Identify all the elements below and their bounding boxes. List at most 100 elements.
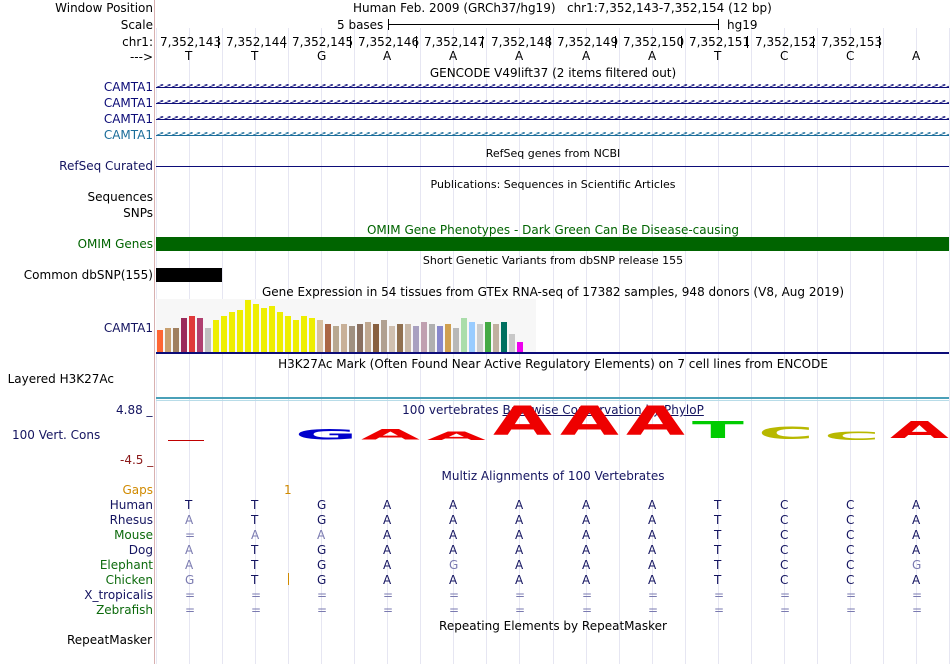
gtex-tissue-bar[interactable] [357, 324, 363, 352]
refseq-label[interactable]: RefSeq Curated [59, 159, 153, 173]
species-label[interactable]: Zebrafish [96, 603, 153, 617]
conservation-letter: A [560, 399, 619, 445]
gtex-tissue-bar[interactable] [317, 320, 323, 352]
gtex-tissue-bar[interactable] [165, 328, 171, 352]
gtex-tissue-bar[interactable] [301, 316, 307, 352]
gtex-tissue-bar[interactable] [261, 308, 267, 352]
conservation-negative-mark [168, 440, 204, 441]
alignment-base: C [780, 543, 789, 557]
gtex-tissue-bar[interactable] [397, 324, 403, 352]
gtex-label[interactable]: CAMTA1 [104, 321, 153, 335]
base-letter: A [582, 49, 591, 63]
gtex-tissue-bar[interactable] [277, 312, 283, 352]
gtex-tissue-bar[interactable] [517, 342, 523, 352]
gtex-tissue-bar[interactable] [181, 318, 187, 352]
base-letter: T [251, 49, 259, 63]
gene-label-camta1[interactable]: CAMTA1 [104, 96, 153, 110]
alignment-base: A [449, 573, 458, 587]
gtex-tissue-bar[interactable] [429, 324, 435, 352]
conservation-letter: A [427, 429, 486, 443]
gtex-tissue-bar[interactable] [269, 306, 275, 352]
coordinate-label: 7,352,144 [226, 35, 288, 49]
omim-phenotype-bar[interactable] [156, 237, 949, 251]
alignment-base: C [780, 498, 789, 512]
alignment-base: = [185, 528, 196, 542]
gtex-tissue-bar[interactable] [389, 326, 395, 352]
gene-model-camta1[interactable]: >>>>>>>>>>>>>>>>>>>>>>>>>>>>>>>>>>>>>>>>… [156, 100, 949, 108]
alignment-base: A [515, 498, 524, 512]
gtex-tissue-bar[interactable] [205, 328, 211, 352]
coordinate-label: 7,352,150 [623, 35, 685, 49]
gtex-tissue-bar[interactable] [157, 330, 163, 352]
gtex-tissue-bar[interactable] [237, 310, 243, 352]
gtex-tissue-bar[interactable] [469, 322, 475, 352]
gtex-tissue-bar[interactable] [245, 300, 251, 352]
gtex-tissue-bar[interactable] [349, 326, 355, 352]
species-label[interactable]: Rhesus [110, 513, 153, 527]
gencode-title[interactable]: GENCODE V49lift37 (2 items filtered out) [156, 66, 950, 80]
gene-label-camta1[interactable]: CAMTA1 [104, 112, 153, 126]
snps-label[interactable]: SNPs [123, 206, 153, 220]
gene-label-camta1[interactable]: CAMTA1 [104, 128, 153, 142]
gtex-tissue-bar[interactable] [485, 322, 491, 352]
alignment-base: = [912, 588, 923, 602]
alignment-base: C [846, 528, 855, 542]
gtex-tissue-bar[interactable] [509, 334, 515, 352]
h3k27ac-signal-line[interactable] [156, 397, 949, 399]
gtex-tissue-bar[interactable] [213, 320, 219, 352]
gene-model-camta1[interactable]: >>>>>>>>>>>>>>>>>>>>>>>>>>>>>>>>>>>>>>>>… [156, 116, 949, 124]
alignment-base: T [714, 543, 722, 557]
gtex-tissue-bar[interactable] [413, 326, 419, 352]
gtex-tissue-bar[interactable] [325, 324, 331, 352]
gtex-tissue-bar[interactable] [365, 322, 371, 352]
coordinate-label: 7,352,147 [424, 35, 486, 49]
gtex-tissue-bar[interactable] [453, 328, 459, 352]
omim-label[interactable]: OMIM Genes [78, 237, 153, 251]
gtex-tissue-bar[interactable] [437, 326, 443, 352]
species-label[interactable]: Mouse [114, 528, 153, 542]
h3k27ac-label[interactable]: Layered H3K27Ac [8, 372, 114, 386]
gtex-tissue-bar[interactable] [461, 318, 467, 352]
gtex-tissue-bar[interactable] [189, 316, 195, 352]
gtex-tissue-bar[interactable] [333, 326, 339, 352]
alignment-base: A [912, 528, 921, 542]
dbsnp-label[interactable]: Common dbSNP(155) [24, 268, 153, 282]
gtex-tissue-bar[interactable] [405, 324, 411, 352]
species-label[interactable]: Chicken [106, 573, 153, 587]
conservation-label[interactable]: 100 Vert. Cons [12, 428, 100, 442]
species-label[interactable]: X_tropicalis [84, 588, 153, 602]
species-label[interactable]: Elephant [100, 558, 153, 572]
gtex-tissue-bar[interactable] [173, 328, 179, 352]
species-label[interactable]: Human [110, 498, 153, 512]
gene-label-camta1[interactable]: CAMTA1 [104, 80, 153, 94]
alignment-base: A [449, 543, 458, 557]
gtex-tissue-bar[interactable] [381, 320, 387, 352]
species-label[interactable]: Dog [129, 543, 153, 557]
gtex-tissue-bar[interactable] [501, 322, 507, 352]
gtex-tissue-bar[interactable] [341, 324, 347, 352]
gtex-tissue-bar[interactable] [221, 316, 227, 352]
gtex-tissue-bar[interactable] [493, 324, 499, 352]
gtex-tissue-bar[interactable] [293, 320, 299, 352]
gene-model-camta1[interactable]: >>>>>>>>>>>>>>>>>>>>>>>>>>>>>>>>>>>>>>>>… [156, 132, 949, 140]
dbsnp-variant-block[interactable] [156, 268, 222, 282]
alignment-base: A [648, 513, 657, 527]
alignment-base: T [185, 498, 193, 512]
gtex-tissue-bar[interactable] [229, 312, 235, 352]
gtex-tissue-bar[interactable] [197, 318, 203, 352]
refseq-gene-line[interactable] [156, 166, 949, 167]
gtex-tissue-bar[interactable] [285, 316, 291, 352]
alignment-base: A [449, 513, 458, 527]
gtex-tissue-bar[interactable] [373, 324, 379, 352]
alignment-base: = [251, 603, 262, 617]
gtex-tissue-bar[interactable] [253, 304, 259, 352]
alignment-base: A [582, 558, 591, 572]
gtex-tissue-bar[interactable] [477, 324, 483, 352]
gtex-tissue-bar[interactable] [309, 318, 315, 352]
gene-model-camta1[interactable]: >>>>>>>>>>>>>>>>>>>>>>>>>>>>>>>>>>>>>>>>… [156, 84, 949, 92]
sequences-label[interactable]: Sequences [88, 190, 153, 204]
gtex-tissue-bar[interactable] [445, 324, 451, 352]
repeatmasker-label[interactable]: RepeatMasker [67, 633, 152, 647]
alignment-base: A [582, 543, 591, 557]
gtex-tissue-bar[interactable] [421, 322, 427, 352]
